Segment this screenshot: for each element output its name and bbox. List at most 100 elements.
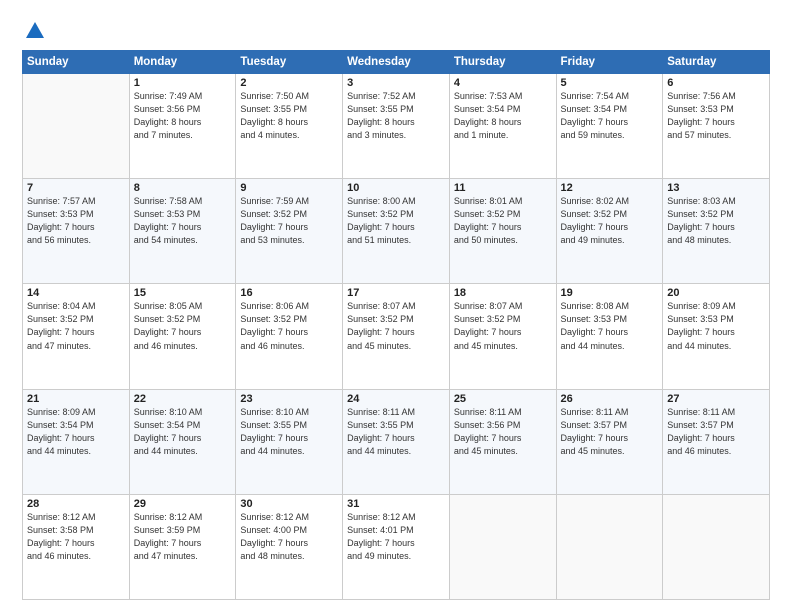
day-number: 25 (454, 393, 552, 405)
day-info: Sunrise: 7:53 AM Sunset: 3:54 PM Dayligh… (454, 90, 552, 142)
calendar-cell: 25Sunrise: 8:11 AM Sunset: 3:56 PM Dayli… (449, 389, 556, 494)
day-info: Sunrise: 8:01 AM Sunset: 3:52 PM Dayligh… (454, 195, 552, 247)
calendar-week-row: 7Sunrise: 7:57 AM Sunset: 3:53 PM Daylig… (23, 179, 770, 284)
day-number: 17 (347, 287, 445, 299)
day-info: Sunrise: 8:07 AM Sunset: 3:52 PM Dayligh… (347, 300, 445, 352)
calendar-cell: 23Sunrise: 8:10 AM Sunset: 3:55 PM Dayli… (236, 389, 343, 494)
day-info: Sunrise: 7:52 AM Sunset: 3:55 PM Dayligh… (347, 90, 445, 142)
calendar-cell: 14Sunrise: 8:04 AM Sunset: 3:52 PM Dayli… (23, 284, 130, 389)
day-number: 16 (240, 287, 338, 299)
day-number: 11 (454, 182, 552, 194)
day-number: 30 (240, 498, 338, 510)
calendar-table: SundayMondayTuesdayWednesdayThursdayFrid… (22, 50, 770, 600)
calendar-cell: 5Sunrise: 7:54 AM Sunset: 3:54 PM Daylig… (556, 74, 663, 179)
day-number: 9 (240, 182, 338, 194)
calendar-cell: 11Sunrise: 8:01 AM Sunset: 3:52 PM Dayli… (449, 179, 556, 284)
day-number: 23 (240, 393, 338, 405)
calendar-cell (449, 494, 556, 599)
day-info: Sunrise: 8:07 AM Sunset: 3:52 PM Dayligh… (454, 300, 552, 352)
calendar-cell: 15Sunrise: 8:05 AM Sunset: 3:52 PM Dayli… (129, 284, 236, 389)
calendar-week-row: 21Sunrise: 8:09 AM Sunset: 3:54 PM Dayli… (23, 389, 770, 494)
calendar-cell: 19Sunrise: 8:08 AM Sunset: 3:53 PM Dayli… (556, 284, 663, 389)
day-number: 19 (561, 287, 659, 299)
day-info: Sunrise: 8:11 AM Sunset: 3:56 PM Dayligh… (454, 406, 552, 458)
calendar-cell: 13Sunrise: 8:03 AM Sunset: 3:52 PM Dayli… (663, 179, 770, 284)
calendar-week-row: 1Sunrise: 7:49 AM Sunset: 3:56 PM Daylig… (23, 74, 770, 179)
day-number: 5 (561, 77, 659, 89)
calendar-cell: 9Sunrise: 7:59 AM Sunset: 3:52 PM Daylig… (236, 179, 343, 284)
logo-wordmark (22, 22, 46, 42)
calendar-header-thursday: Thursday (449, 51, 556, 74)
day-info: Sunrise: 8:09 AM Sunset: 3:54 PM Dayligh… (27, 406, 125, 458)
day-info: Sunrise: 8:06 AM Sunset: 3:52 PM Dayligh… (240, 300, 338, 352)
calendar-cell (23, 74, 130, 179)
day-number: 22 (134, 393, 232, 405)
calendar-cell: 30Sunrise: 8:12 AM Sunset: 4:00 PM Dayli… (236, 494, 343, 599)
calendar-cell: 2Sunrise: 7:50 AM Sunset: 3:55 PM Daylig… (236, 74, 343, 179)
calendar-header-wednesday: Wednesday (343, 51, 450, 74)
calendar-cell: 7Sunrise: 7:57 AM Sunset: 3:53 PM Daylig… (23, 179, 130, 284)
calendar-cell: 12Sunrise: 8:02 AM Sunset: 3:52 PM Dayli… (556, 179, 663, 284)
day-number: 4 (454, 77, 552, 89)
logo-icon (24, 20, 46, 42)
day-info: Sunrise: 8:03 AM Sunset: 3:52 PM Dayligh… (667, 195, 765, 247)
day-number: 21 (27, 393, 125, 405)
day-info: Sunrise: 7:57 AM Sunset: 3:53 PM Dayligh… (27, 195, 125, 247)
day-number: 8 (134, 182, 232, 194)
calendar-cell: 6Sunrise: 7:56 AM Sunset: 3:53 PM Daylig… (663, 74, 770, 179)
calendar-cell: 22Sunrise: 8:10 AM Sunset: 3:54 PM Dayli… (129, 389, 236, 494)
calendar-cell: 1Sunrise: 7:49 AM Sunset: 3:56 PM Daylig… (129, 74, 236, 179)
day-number: 12 (561, 182, 659, 194)
header (22, 18, 770, 42)
day-number: 6 (667, 77, 765, 89)
day-number: 18 (454, 287, 552, 299)
calendar-cell: 27Sunrise: 8:11 AM Sunset: 3:57 PM Dayli… (663, 389, 770, 494)
logo (22, 22, 46, 42)
day-info: Sunrise: 7:50 AM Sunset: 3:55 PM Dayligh… (240, 90, 338, 142)
calendar-cell: 29Sunrise: 8:12 AM Sunset: 3:59 PM Dayli… (129, 494, 236, 599)
day-info: Sunrise: 8:11 AM Sunset: 3:57 PM Dayligh… (561, 406, 659, 458)
calendar-header-tuesday: Tuesday (236, 51, 343, 74)
calendar-header-monday: Monday (129, 51, 236, 74)
calendar-cell: 18Sunrise: 8:07 AM Sunset: 3:52 PM Dayli… (449, 284, 556, 389)
day-info: Sunrise: 8:11 AM Sunset: 3:55 PM Dayligh… (347, 406, 445, 458)
page: SundayMondayTuesdayWednesdayThursdayFrid… (0, 0, 792, 612)
calendar-week-row: 14Sunrise: 8:04 AM Sunset: 3:52 PM Dayli… (23, 284, 770, 389)
calendar-cell: 3Sunrise: 7:52 AM Sunset: 3:55 PM Daylig… (343, 74, 450, 179)
calendar-cell: 10Sunrise: 8:00 AM Sunset: 3:52 PM Dayli… (343, 179, 450, 284)
day-info: Sunrise: 8:12 AM Sunset: 3:58 PM Dayligh… (27, 511, 125, 563)
day-info: Sunrise: 8:09 AM Sunset: 3:53 PM Dayligh… (667, 300, 765, 352)
day-number: 29 (134, 498, 232, 510)
day-number: 13 (667, 182, 765, 194)
calendar-header-sunday: Sunday (23, 51, 130, 74)
day-info: Sunrise: 8:00 AM Sunset: 3:52 PM Dayligh… (347, 195, 445, 247)
calendar-header-saturday: Saturday (663, 51, 770, 74)
day-info: Sunrise: 8:10 AM Sunset: 3:55 PM Dayligh… (240, 406, 338, 458)
day-info: Sunrise: 7:56 AM Sunset: 3:53 PM Dayligh… (667, 90, 765, 142)
day-number: 10 (347, 182, 445, 194)
calendar-cell: 16Sunrise: 8:06 AM Sunset: 3:52 PM Dayli… (236, 284, 343, 389)
day-info: Sunrise: 7:58 AM Sunset: 3:53 PM Dayligh… (134, 195, 232, 247)
calendar-cell: 20Sunrise: 8:09 AM Sunset: 3:53 PM Dayli… (663, 284, 770, 389)
calendar-cell: 21Sunrise: 8:09 AM Sunset: 3:54 PM Dayli… (23, 389, 130, 494)
day-number: 28 (27, 498, 125, 510)
calendar-cell: 4Sunrise: 7:53 AM Sunset: 3:54 PM Daylig… (449, 74, 556, 179)
day-info: Sunrise: 8:04 AM Sunset: 3:52 PM Dayligh… (27, 300, 125, 352)
day-number: 14 (27, 287, 125, 299)
day-number: 3 (347, 77, 445, 89)
day-info: Sunrise: 8:05 AM Sunset: 3:52 PM Dayligh… (134, 300, 232, 352)
day-info: Sunrise: 8:12 AM Sunset: 4:01 PM Dayligh… (347, 511, 445, 563)
day-number: 24 (347, 393, 445, 405)
day-number: 27 (667, 393, 765, 405)
calendar-cell: 31Sunrise: 8:12 AM Sunset: 4:01 PM Dayli… (343, 494, 450, 599)
calendar-cell (556, 494, 663, 599)
day-number: 31 (347, 498, 445, 510)
calendar-cell: 26Sunrise: 8:11 AM Sunset: 3:57 PM Dayli… (556, 389, 663, 494)
day-info: Sunrise: 7:54 AM Sunset: 3:54 PM Dayligh… (561, 90, 659, 142)
day-number: 15 (134, 287, 232, 299)
day-info: Sunrise: 8:02 AM Sunset: 3:52 PM Dayligh… (561, 195, 659, 247)
calendar-cell: 17Sunrise: 8:07 AM Sunset: 3:52 PM Dayli… (343, 284, 450, 389)
day-number: 26 (561, 393, 659, 405)
day-info: Sunrise: 7:59 AM Sunset: 3:52 PM Dayligh… (240, 195, 338, 247)
day-info: Sunrise: 8:12 AM Sunset: 4:00 PM Dayligh… (240, 511, 338, 563)
